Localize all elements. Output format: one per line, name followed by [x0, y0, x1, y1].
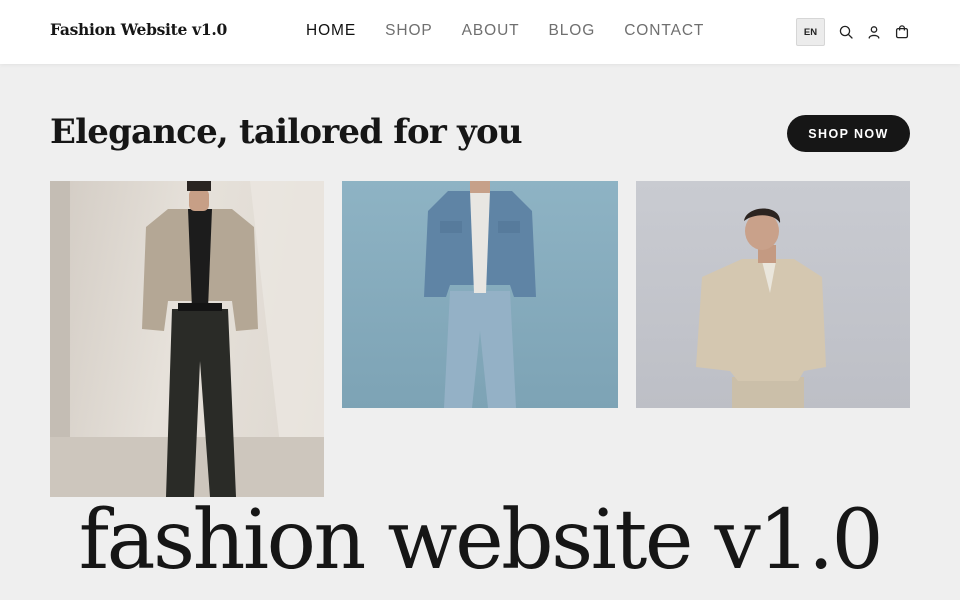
product-photo-beige-jacket[interactable] [50, 181, 324, 497]
language-button[interactable]: EN [796, 18, 825, 46]
search-icon[interactable] [838, 24, 854, 40]
site-logo[interactable]: Fashion Website v1.0 [50, 20, 227, 39]
nav-home[interactable]: HOME [306, 22, 356, 40]
brand-wordmark: fashion website v1.0 [78, 493, 884, 588]
nav-contact[interactable]: CONTACT [624, 22, 704, 40]
shop-now-button[interactable]: SHOP NOW [787, 115, 910, 152]
cart-icon[interactable] [894, 24, 910, 40]
site-header: Fashion Website v1.0 HOME SHOP ABOUT BLO… [0, 0, 960, 64]
nav-about[interactable]: ABOUT [462, 22, 520, 40]
product-photo-denim-jacket[interactable] [342, 181, 618, 408]
nav-blog[interactable]: BLOG [549, 22, 596, 40]
nav-shop[interactable]: SHOP [385, 22, 433, 40]
hero-headline: Elegance, tailored for you [50, 112, 523, 152]
user-icon[interactable] [866, 24, 882, 40]
main-nav: HOME SHOP ABOUT BLOG CONTACT [306, 22, 704, 40]
product-photo-beige-shirt[interactable] [636, 181, 910, 408]
